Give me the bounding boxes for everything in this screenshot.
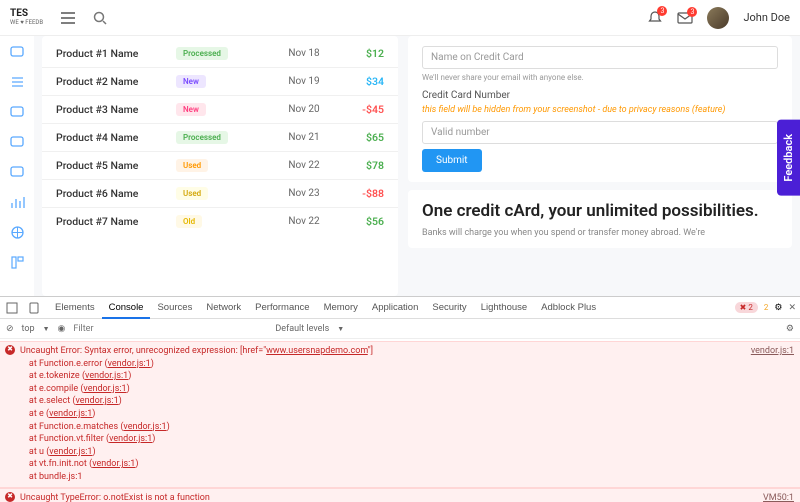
sidebar: [0, 36, 34, 296]
promo-desc: Banks will charge you when you spend or …: [422, 228, 778, 238]
warning-count-badge[interactable]: 2: [764, 303, 769, 312]
console-error[interactable]: vendor.js:1Uncaught Error: Syntax error,…: [0, 341, 800, 488]
notifications-icon[interactable]: 3: [647, 10, 663, 26]
top-bar: TES WE ♥ FEEDB 3 3 John Doe: [0, 0, 800, 36]
name-input[interactable]: Name on Credit Card: [422, 46, 778, 69]
devtools-tab-memory[interactable]: Memory: [317, 298, 365, 317]
product-price: $34: [334, 75, 384, 88]
console-error[interactable]: VM50:1Uncaught TypeError: o.notExist is …: [0, 488, 800, 502]
sidebar-stats-icon[interactable]: [9, 194, 25, 210]
privacy-note: this field will be hidden from your scre…: [422, 105, 778, 115]
product-name: Product #6 Name: [56, 187, 176, 200]
product-price: $12: [334, 47, 384, 60]
status-tag: New: [176, 103, 206, 116]
product-date: Nov 22: [274, 216, 334, 227]
levels-selector[interactable]: Default levels: [275, 324, 329, 334]
devtools-tab-security[interactable]: Security: [425, 298, 473, 317]
clear-console-icon[interactable]: ⊘: [6, 324, 14, 334]
product-name: Product #7 Name: [56, 215, 176, 228]
status-tag: Processed: [176, 47, 228, 60]
devtools-panel: ElementsConsoleSourcesNetworkPerformance…: [0, 296, 800, 502]
product-date: Nov 20: [274, 104, 334, 115]
products-table: Product #1 Name Processed Nov 18 $12Prod…: [42, 36, 398, 296]
cc-label: Credit Card Number: [422, 90, 778, 101]
search-icon[interactable]: [93, 11, 107, 25]
product-price: $78: [334, 159, 384, 172]
sidebar-chat-icon[interactable]: [9, 44, 25, 60]
devtools-tab-performance[interactable]: Performance: [248, 298, 316, 317]
promo-card: One credit cArd, your unlimited possibil…: [408, 190, 792, 248]
devtools-tab-lighthouse[interactable]: Lighthouse: [474, 298, 534, 317]
email-help-text: We'll never share your email with anyone…: [422, 73, 778, 82]
messages-icon[interactable]: 3: [677, 11, 693, 25]
feedback-tab[interactable]: Feedback: [777, 120, 800, 196]
status-tag: Old: [176, 215, 202, 228]
product-name: Product #5 Name: [56, 159, 176, 172]
promo-title: One credit cArd, your unlimited possibil…: [422, 200, 778, 222]
username[interactable]: John Doe: [743, 11, 790, 24]
console-settings-icon[interactable]: ⚙: [786, 324, 794, 334]
inspect-icon[interactable]: [4, 300, 20, 316]
product-name: Product #1 Name: [56, 47, 176, 60]
logo[interactable]: TES WE ♥ FEEDB: [10, 9, 43, 26]
table-row[interactable]: Product #1 Name Processed Nov 18 $12: [42, 40, 398, 68]
devtools-tab-application[interactable]: Application: [365, 298, 425, 317]
product-date: Nov 19: [274, 76, 334, 87]
logo-top: TES: [10, 9, 43, 19]
product-date: Nov 18: [274, 48, 334, 59]
avatar[interactable]: [707, 7, 729, 29]
credit-card-form: Name on Credit Card We'll never share yo…: [408, 36, 792, 182]
status-tag: Used: [176, 159, 208, 172]
product-price: $65: [334, 131, 384, 144]
product-price: $56: [334, 215, 384, 228]
messages-badge: 3: [687, 7, 697, 17]
console-toolbar: ⊘ top ▼ ◉ Default levels ▼ ⚙: [0, 319, 800, 339]
product-price: -$88: [334, 187, 384, 200]
product-date: Nov 22: [274, 160, 334, 171]
status-tag: Used: [176, 187, 208, 200]
product-date: Nov 21: [274, 132, 334, 143]
sidebar-layout-icon[interactable]: [9, 254, 25, 270]
devtools-tab-sources[interactable]: Sources: [150, 298, 199, 317]
table-row[interactable]: Product #3 Name New Nov 20 -$45: [42, 96, 398, 124]
table-row[interactable]: Product #4 Name Processed Nov 21 $65: [42, 124, 398, 152]
table-row[interactable]: Product #5 Name Used Nov 22 $78: [42, 152, 398, 180]
sidebar-chat3-icon[interactable]: [9, 134, 25, 150]
product-name: Product #2 Name: [56, 75, 176, 88]
devtools-tab-elements[interactable]: Elements: [48, 298, 102, 317]
devtools-tab-console[interactable]: Console: [102, 298, 151, 319]
product-name: Product #3 Name: [56, 103, 176, 116]
table-row[interactable]: Product #6 Name Used Nov 23 -$88: [42, 180, 398, 208]
devtools-tab-network[interactable]: Network: [199, 298, 248, 317]
product-name: Product #4 Name: [56, 131, 176, 144]
notifications-badge: 3: [657, 6, 667, 16]
context-selector[interactable]: top: [22, 324, 35, 334]
sidebar-chat4-icon[interactable]: [9, 164, 25, 180]
sidebar-globe-icon[interactable]: [9, 224, 25, 240]
eye-icon[interactable]: ◉: [58, 324, 66, 334]
devtools-tabs: ElementsConsoleSourcesNetworkPerformance…: [0, 297, 800, 319]
status-tag: New: [176, 75, 206, 88]
sidebar-list-icon[interactable]: [9, 74, 25, 90]
product-price: -$45: [334, 103, 384, 116]
device-icon[interactable]: [26, 300, 42, 316]
menu-icon[interactable]: [61, 12, 75, 24]
cc-input[interactable]: Valid number: [422, 121, 778, 144]
product-date: Nov 23: [274, 188, 334, 199]
devtools-close-icon[interactable]: ✕: [788, 303, 796, 313]
error-count-badge[interactable]: ✖ 2: [735, 302, 758, 313]
logo-sub: WE ♥ FEEDB: [10, 19, 43, 26]
console-output: vendor.js:1Uncaught Error: Syntax error,…: [0, 339, 800, 502]
devtools-tab-adblock plus[interactable]: Adblock Plus: [534, 298, 603, 317]
submit-button[interactable]: Submit: [422, 149, 482, 172]
table-row[interactable]: Product #2 Name New Nov 19 $34: [42, 68, 398, 96]
devtools-settings-icon[interactable]: ⚙: [774, 303, 782, 313]
status-tag: Processed: [176, 131, 228, 144]
table-row[interactable]: Product #7 Name Old Nov 22 $56: [42, 208, 398, 235]
sidebar-chat2-icon[interactable]: [9, 104, 25, 120]
filter-input[interactable]: [73, 324, 187, 334]
